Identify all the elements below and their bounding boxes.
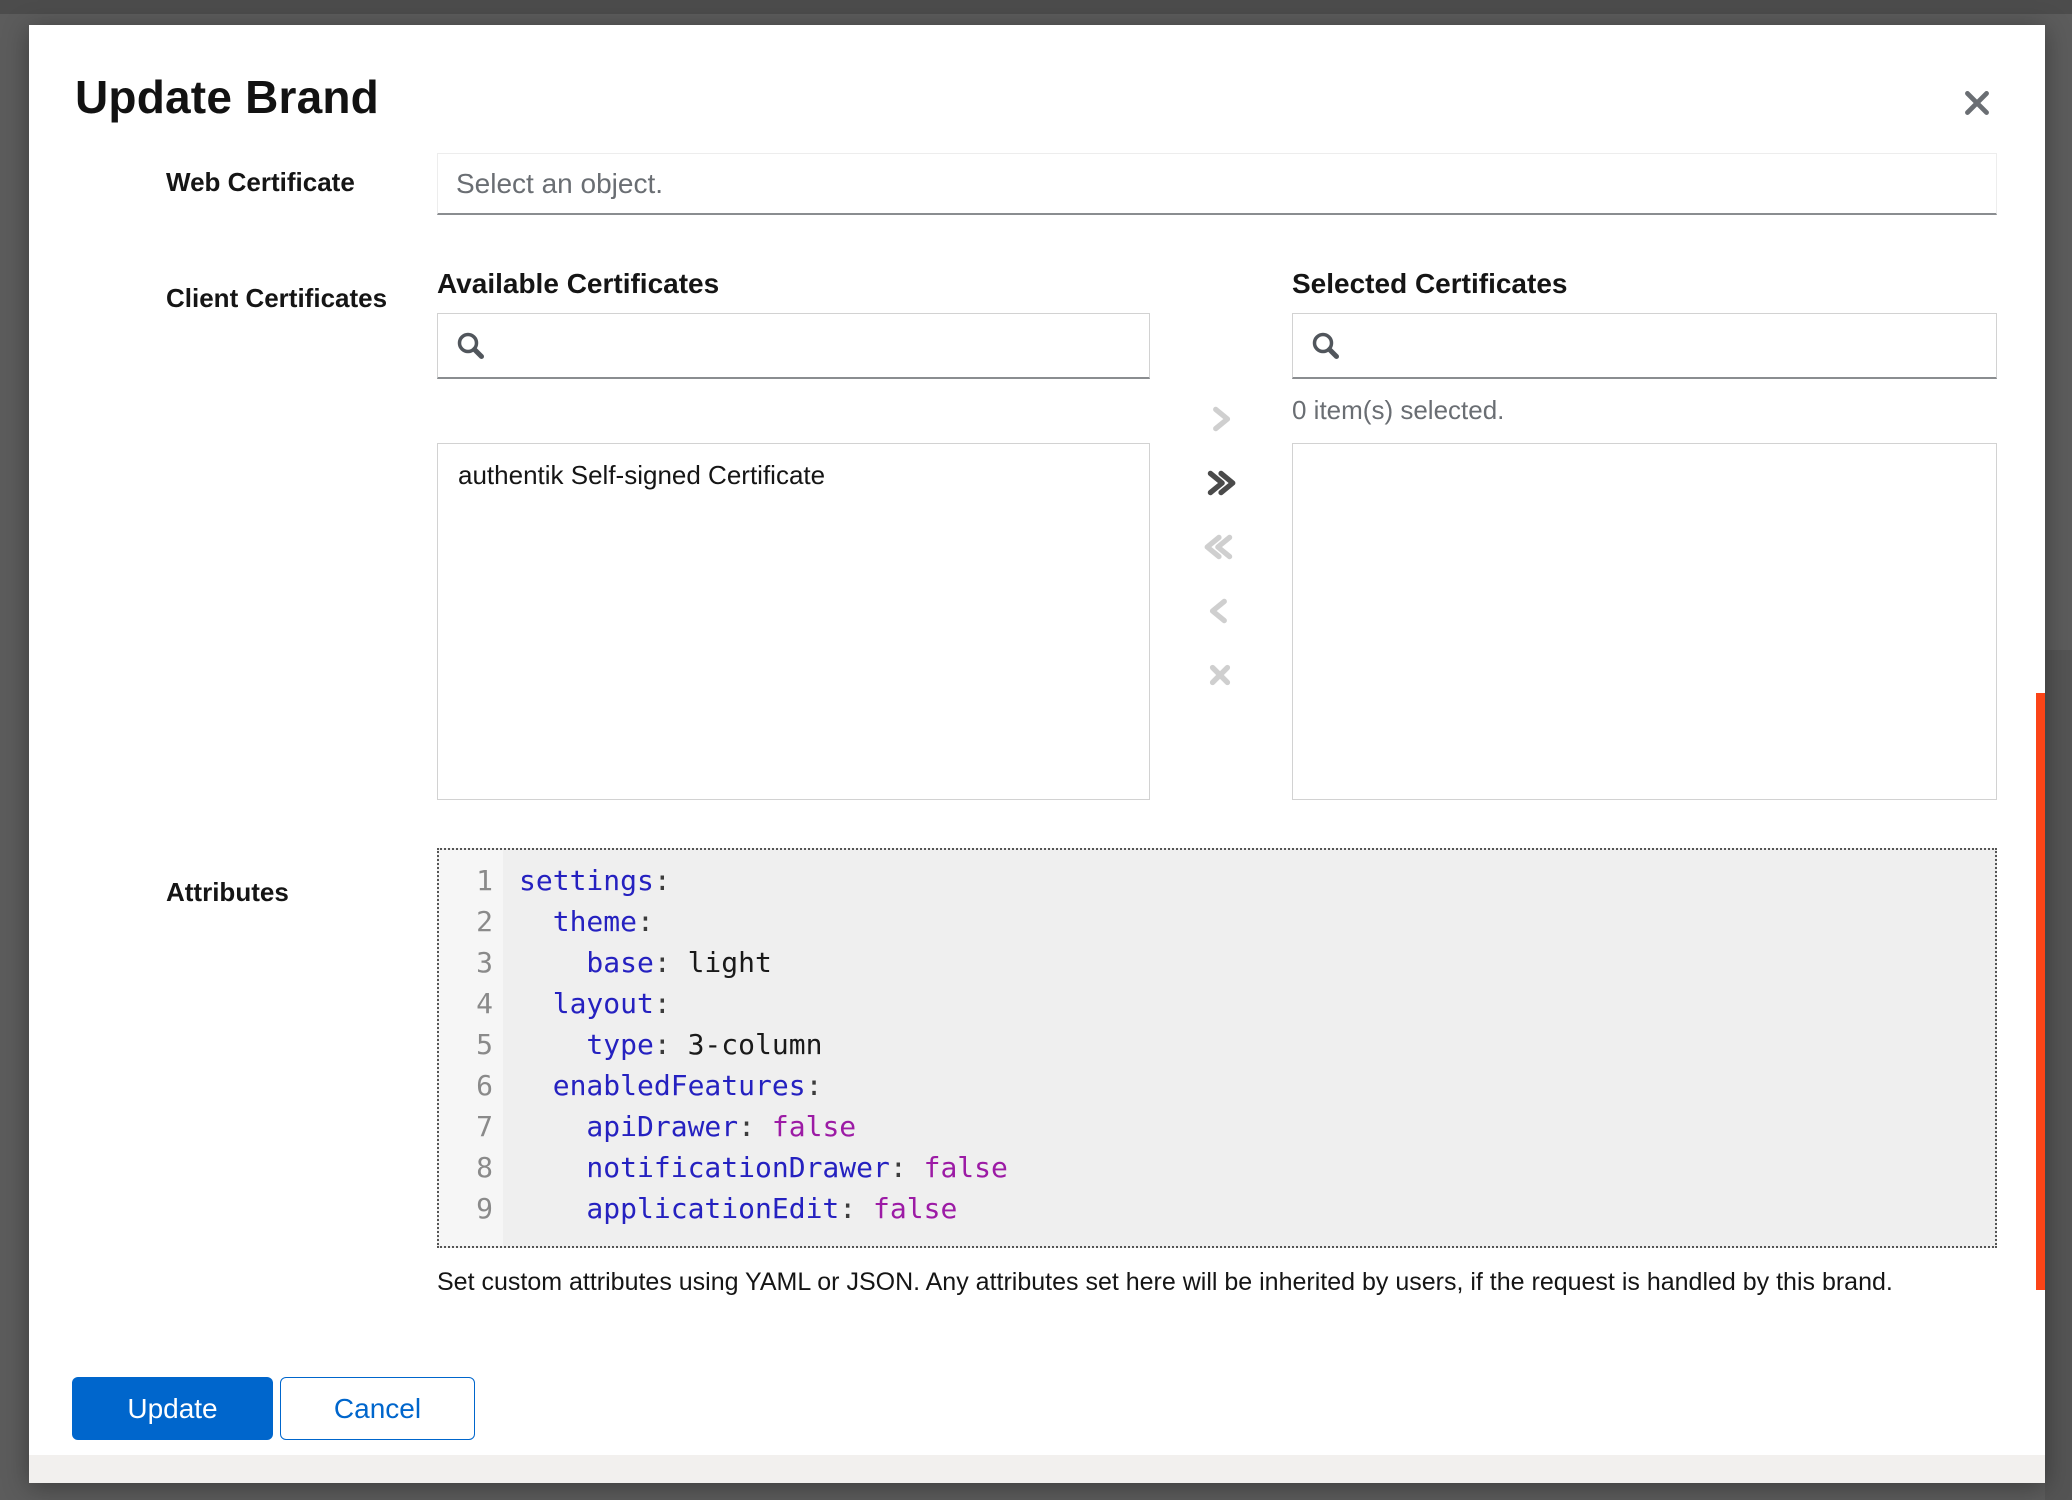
selected-status-text: 0 item(s) selected. xyxy=(1292,395,1504,426)
backdrop-header-strip xyxy=(0,0,2072,14)
page-backdrop: Update Brand Web Certificate Select an o… xyxy=(0,0,2072,1500)
search-icon xyxy=(1309,329,1343,363)
code-line: applicationEdit: false xyxy=(519,1188,1995,1229)
code-line: settings: xyxy=(519,860,1995,901)
code-line: type: 3-column xyxy=(519,1024,1995,1065)
code-line: enabledFeatures: xyxy=(519,1065,1995,1106)
angle-double-right-icon xyxy=(1203,466,1237,500)
close-icon xyxy=(1960,86,1994,120)
close-button[interactable] xyxy=(1951,77,2003,129)
selected-certificates-list[interactable] xyxy=(1292,443,1997,800)
selected-search[interactable] xyxy=(1292,313,1997,379)
search-icon xyxy=(454,329,488,363)
angle-double-left-icon xyxy=(1203,530,1237,564)
line-number: 2 xyxy=(439,901,493,942)
list-item[interactable]: authentik Self-signed Certificate xyxy=(438,444,1149,501)
cancel-button[interactable]: Cancel xyxy=(280,1377,475,1440)
available-certificates-title: Available Certificates xyxy=(437,268,719,300)
add-selected-button xyxy=(1188,387,1252,451)
update-brand-modal: Update Brand Web Certificate Select an o… xyxy=(29,25,2045,1483)
attributes-help-text: Set custom attributes using YAML or JSON… xyxy=(437,1268,1997,1297)
code-line: base: light xyxy=(519,942,1995,983)
modal-title: Update Brand xyxy=(75,70,379,124)
code-line-numbers: 123456789 xyxy=(439,850,503,1246)
available-search-input[interactable] xyxy=(500,329,1133,362)
remove-all-button xyxy=(1188,515,1252,579)
web-certificate-select[interactable]: Select an object. xyxy=(437,153,1997,215)
transfer-controls xyxy=(1184,387,1256,707)
update-button[interactable]: Update xyxy=(72,1377,273,1440)
attributes-code-editor[interactable]: 123456789 settings: theme: base: light l… xyxy=(437,848,1997,1248)
line-number: 6 xyxy=(439,1065,493,1106)
attributes-label: Attributes xyxy=(166,877,289,908)
code-line: notificationDrawer: false xyxy=(519,1147,1995,1188)
code-line: layout: xyxy=(519,983,1995,1024)
line-number: 8 xyxy=(439,1147,493,1188)
angle-right-icon xyxy=(1203,402,1237,436)
line-number: 5 xyxy=(439,1024,493,1065)
line-number: 1 xyxy=(439,860,493,901)
web-certificate-placeholder: Select an object. xyxy=(456,168,663,200)
selected-certificates-title: Selected Certificates xyxy=(1292,268,1567,300)
line-number: 3 xyxy=(439,942,493,983)
accent-bar xyxy=(2036,693,2045,1290)
client-certificates-label: Client Certificates xyxy=(166,283,387,314)
code-line: theme: xyxy=(519,901,1995,942)
add-all-button[interactable] xyxy=(1188,451,1252,515)
remove-selected-button xyxy=(1188,579,1252,643)
line-number: 4 xyxy=(439,983,493,1024)
clear-button xyxy=(1188,643,1252,707)
web-certificate-label: Web Certificate xyxy=(166,167,355,198)
line-number: 7 xyxy=(439,1106,493,1147)
available-search[interactable] xyxy=(437,313,1150,379)
available-certificates-list[interactable]: authentik Self-signed Certificate xyxy=(437,443,1150,800)
code-content[interactable]: settings: theme: base: light layout: typ… xyxy=(503,850,1995,1246)
line-number: 9 xyxy=(439,1188,493,1229)
times-icon xyxy=(1203,658,1237,692)
selected-search-input[interactable] xyxy=(1355,329,1980,362)
modal-bottom-strip xyxy=(29,1455,2045,1483)
backdrop-right-shade xyxy=(2045,650,2072,1500)
code-line: apiDrawer: false xyxy=(519,1106,1995,1147)
angle-left-icon xyxy=(1203,594,1237,628)
